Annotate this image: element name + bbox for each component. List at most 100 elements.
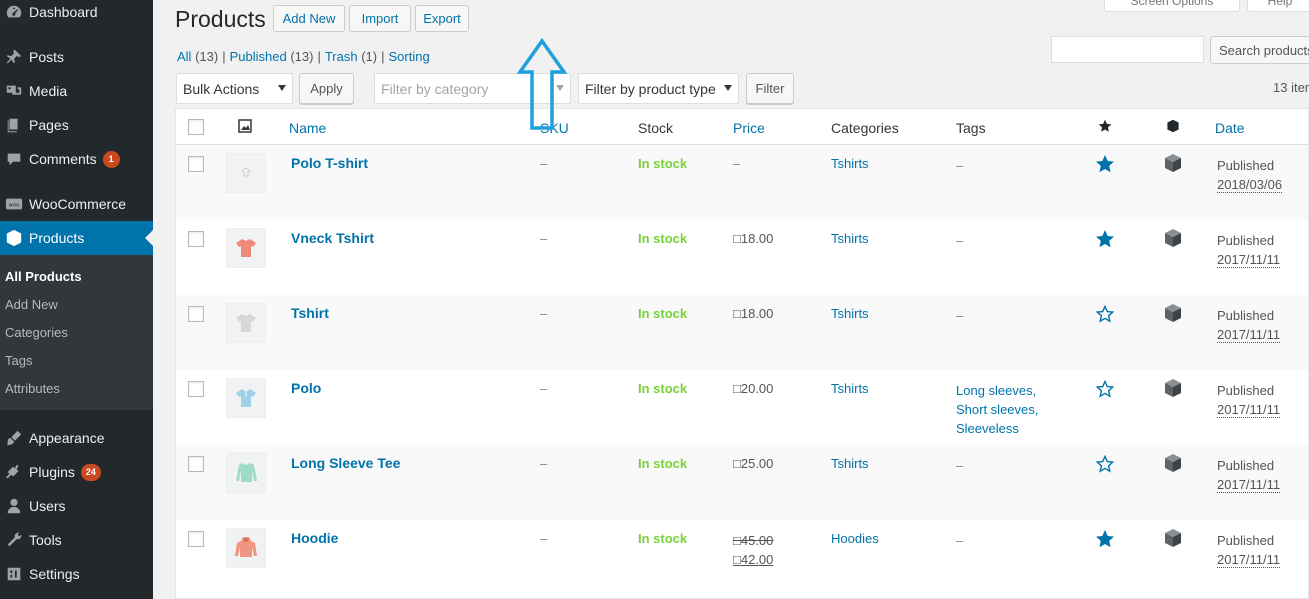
menu-woocommerce[interactable]: woo WooCommerce [0, 187, 153, 221]
bulk-actions-select[interactable]: Bulk Actions [176, 73, 293, 104]
product-thumbnail[interactable] [226, 378, 266, 418]
publish-status: Published [1217, 233, 1275, 248]
tag-link[interactable]: Sleeveless [956, 419, 1038, 438]
category-link[interactable]: Hoodies [831, 531, 879, 546]
tag-link[interactable]: Short sleeves, [956, 400, 1038, 419]
menu-posts[interactable]: Posts [0, 40, 153, 74]
filter-button[interactable]: Filter [746, 73, 794, 104]
submenu-attributes[interactable]: Attributes [5, 381, 60, 396]
price-value: 18.00 [740, 306, 774, 321]
table-row: Polo – In stock □20.00 Tshirts Long sleeves, S… [176, 370, 1308, 445]
star-filled-icon[interactable] [1095, 229, 1115, 252]
row-checkbox[interactable] [188, 381, 204, 397]
export-button[interactable]: Export [415, 5, 469, 32]
product-name-link[interactable]: Vneck Tshirt [291, 230, 374, 246]
product-thumbnail[interactable] [226, 453, 266, 493]
tags-cell: – [956, 156, 963, 175]
product-type-box-icon [1163, 153, 1183, 176]
view-published-link[interactable]: Published [230, 49, 287, 64]
table-row: Tshirt – In stock □18.00 Tshirts – Published 20… [176, 295, 1308, 370]
view-published-count: (13) [290, 49, 314, 64]
publish-date: 2017/11/11 [1217, 402, 1281, 418]
search-input[interactable] [1051, 36, 1204, 63]
featured-column-star-icon[interactable] [1098, 119, 1112, 136]
main-content: Screen Options Help Products Add New Imp… [153, 0, 1309, 599]
view-trash-link[interactable]: Trash [325, 49, 358, 64]
product-thumbnail[interactable] [226, 303, 266, 343]
menu-users[interactable]: Users [0, 489, 153, 523]
menu-tools[interactable]: Tools [0, 523, 153, 557]
date-cell: Published 2018/03/06 [1217, 156, 1283, 194]
product-name-link[interactable]: Tshirt [291, 305, 329, 321]
product-thumbnail[interactable] [226, 153, 266, 193]
tag-link: – [956, 533, 964, 548]
menu-dashboard[interactable]: Dashboard [0, 0, 153, 29]
apply-button[interactable]: Apply [299, 73, 354, 104]
currency-symbol: □ [733, 533, 741, 548]
star-filled-icon[interactable] [1095, 154, 1115, 177]
date-cell: Published 2017/11/11 [1217, 381, 1281, 419]
chevron-down-icon [278, 85, 286, 91]
menu-woocommerce-label: WooCommerce [29, 196, 126, 212]
product-box-icon [4, 228, 24, 248]
column-price[interactable]: Price [733, 120, 765, 136]
currency-symbol: □ [733, 456, 741, 471]
product-thumbnail[interactable] [226, 528, 266, 568]
star-outline-icon[interactable] [1095, 454, 1115, 477]
view-all-link[interactable]: All [177, 49, 191, 64]
row-checkbox[interactable] [188, 306, 204, 322]
product-name-link[interactable]: Polo [291, 380, 321, 396]
category-link[interactable]: Tshirts [831, 381, 869, 396]
add-new-button[interactable]: Add New [273, 5, 345, 32]
category-link[interactable]: Tshirts [831, 456, 869, 471]
menu-plugins[interactable]: Plugins 24 [0, 455, 153, 489]
tag-link[interactable]: Long sleeves, [956, 381, 1038, 400]
type-column-box-icon [1166, 119, 1180, 136]
product-thumbnail[interactable] [226, 228, 266, 268]
sku-cell: – [540, 306, 548, 321]
menu-appearance[interactable]: Appearance [0, 421, 153, 455]
submenu-tags[interactable]: Tags [5, 353, 32, 368]
product-name-link[interactable]: Long Sleeve Tee [291, 455, 400, 471]
sku-cell: – [540, 531, 548, 546]
date-cell: Published 2017/11/11 [1217, 231, 1281, 269]
row-checkbox[interactable] [188, 156, 204, 172]
star-filled-icon[interactable] [1095, 529, 1115, 552]
table-row: Vneck Tshirt – In stock □18.00 Tshirts – Publi… [176, 220, 1308, 295]
row-checkbox[interactable] [188, 456, 204, 472]
category-link[interactable]: Tshirts [831, 306, 869, 321]
menu-products[interactable]: Products [0, 221, 153, 255]
view-sorting-link[interactable]: Sorting [389, 49, 430, 64]
star-outline-icon[interactable] [1095, 379, 1115, 402]
star-outline-icon[interactable] [1095, 304, 1115, 327]
submenu-all-products[interactable]: All Products [5, 269, 82, 284]
screen-options-button[interactable]: Screen Options [1104, 0, 1240, 12]
category-link[interactable]: Tshirts [831, 231, 869, 246]
items-count: 13 items [1273, 80, 1309, 95]
regular-price: 45.00 [740, 533, 774, 548]
menu-media[interactable]: Media [0, 74, 153, 108]
publish-date: 2017/11/11 [1217, 477, 1281, 493]
menu-settings[interactable]: Settings [0, 557, 153, 591]
column-name[interactable]: Name [289, 120, 326, 136]
product-name-link[interactable]: Polo T-shirt [291, 155, 368, 171]
submenu-add-new[interactable]: Add New [5, 297, 58, 312]
row-checkbox[interactable] [188, 531, 204, 547]
product-type-filter-select[interactable]: Filter by product type [578, 73, 739, 104]
menu-pages[interactable]: Pages [0, 108, 153, 142]
product-name-link[interactable]: Hoodie [291, 530, 338, 546]
menu-comments[interactable]: Comments 1 [0, 142, 153, 176]
sku-cell: – [540, 231, 548, 246]
menu-media-label: Media [29, 83, 68, 99]
search-products-button[interactable]: Search products [1210, 36, 1309, 64]
help-button[interactable]: Help [1247, 0, 1309, 12]
import-button[interactable]: Import [349, 5, 411, 32]
submenu-categories[interactable]: Categories [5, 325, 68, 340]
row-checkbox[interactable] [188, 231, 204, 247]
page-title: Products [175, 6, 266, 32]
menu-settings-label: Settings [29, 566, 80, 582]
publish-date: 2018/03/06 [1217, 177, 1283, 193]
column-date[interactable]: Date [1215, 120, 1245, 136]
category-link[interactable]: Tshirts [831, 156, 869, 171]
select-all-checkbox[interactable] [188, 119, 204, 135]
